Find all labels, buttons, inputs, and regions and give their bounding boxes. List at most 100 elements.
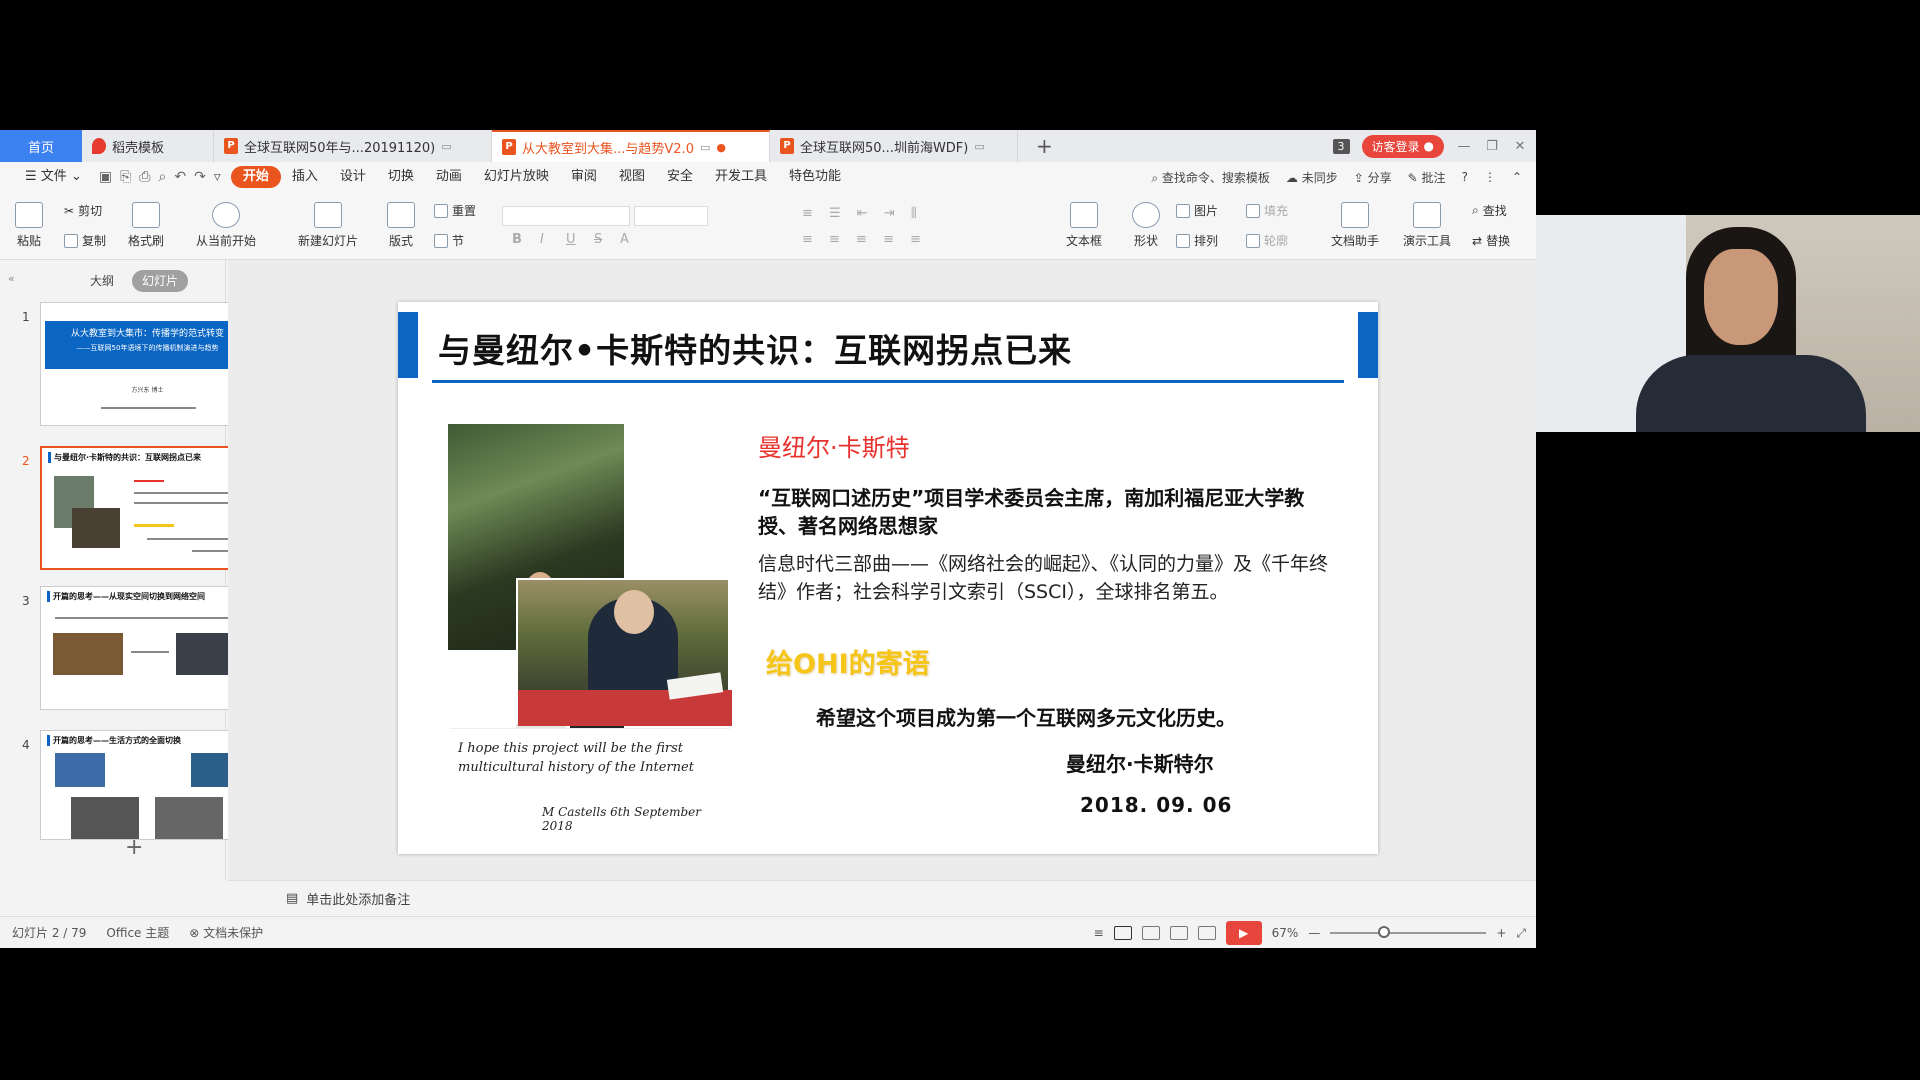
message-text[interactable]: 希望这个项目成为第一个互联网多元文化历史。 (816, 702, 1236, 731)
thumb-photo (71, 797, 139, 839)
menu-developer[interactable]: 开发工具 (704, 166, 778, 188)
tab-slides[interactable]: 幻灯片 (132, 270, 189, 292)
menu-security[interactable]: 安全 (656, 166, 704, 188)
format-painter-button[interactable]: 格式刷 (124, 202, 168, 249)
paste-button[interactable]: 粘贴 (12, 202, 46, 249)
doc-helper-button[interactable]: 文档助手 (1326, 202, 1384, 249)
handwritten-note-image[interactable]: I hope this project will be the first mu… (450, 728, 730, 833)
italic-icon[interactable]: I (540, 232, 544, 247)
underline-icon[interactable]: U (566, 232, 576, 247)
undo-icon[interactable]: ↶ (174, 169, 186, 185)
copy-button[interactable]: 复制 (64, 232, 106, 249)
fill-button[interactable]: 填充 (1246, 202, 1288, 219)
minimize-icon[interactable]: — (1456, 139, 1472, 154)
cut-button[interactable]: ✂ 剪切 (64, 202, 102, 219)
tab-docer-templates[interactable]: 稻壳模板 (82, 130, 214, 162)
tab-home[interactable]: 首页 (0, 130, 82, 162)
presenter-tools-button[interactable]: 演示工具 (1396, 202, 1458, 249)
export-icon[interactable]: ⎘ (120, 169, 131, 185)
section-button[interactable]: 节 (434, 232, 464, 249)
help-icon[interactable]: ? (1462, 170, 1468, 184)
shape-icon (1132, 202, 1160, 228)
message-heading[interactable]: 给OHI的寄语 (766, 642, 930, 681)
menu-insert[interactable]: 插入 (281, 166, 329, 188)
font-size-select[interactable] (634, 206, 708, 226)
paste-label: 粘贴 (16, 234, 41, 248)
alignment-tools[interactable]: ≡ ≡ ≡ ≡ ≡ (802, 232, 1042, 247)
menu-view[interactable]: 视图 (608, 166, 656, 188)
strikethrough-icon[interactable]: S (594, 232, 602, 247)
layout-button[interactable]: 版式 (382, 202, 420, 249)
menu-review[interactable]: 审阅 (560, 166, 608, 188)
menu-transition[interactable]: 切换 (377, 166, 425, 188)
slide-thumbnail-pane: « 大纲 幻灯片 1 从大教室到大集市：传播学的范式转变 ——互联网50年语境下… (0, 260, 255, 880)
title-accent-bar-left (398, 312, 418, 378)
new-slide-button[interactable]: 新建幻灯片 (288, 202, 368, 249)
close-icon[interactable]: ✕ (1512, 139, 1528, 154)
slide-title[interactable]: 与曼纽尔•卡斯特的共识：互联网拐点已来 (438, 324, 1072, 372)
font-family-select[interactable] (502, 206, 630, 226)
tab-outline[interactable]: 大纲 (80, 270, 124, 292)
tab-document-1[interactable]: P 全球互联网50年与...20191120) ▭ (214, 130, 492, 162)
file-menu[interactable]: ☰ 文件 ⌄ (14, 166, 93, 188)
restore-icon[interactable]: ❐ (1484, 139, 1500, 154)
more-icon[interactable]: ⋮ (1484, 170, 1496, 184)
collapse-ribbon-icon[interactable]: ⌃ (1512, 170, 1522, 184)
ppt-icon: P (502, 139, 516, 155)
font-color-icon[interactable]: A (620, 232, 629, 247)
thumb-text-line (192, 550, 232, 552)
textbox-button[interactable]: 文本框 (1062, 202, 1106, 249)
slide-thumbnail-1[interactable]: 从大教室到大集市：传播学的范式转变 ——互联网50年语境下的传播机制演进与趋势 … (40, 302, 255, 426)
command-search[interactable]: ⌕ 查找命令、搜索模板 (1151, 169, 1270, 186)
share-button[interactable]: ⇪ 分享 (1354, 169, 1392, 186)
outline-button[interactable]: 轮廓 (1246, 232, 1288, 249)
monitor-icon: ▭ (441, 139, 452, 153)
new-tab-icon[interactable]: + (1018, 130, 1071, 162)
menu-animation[interactable]: 动画 (425, 166, 473, 188)
menu-slideshow[interactable]: 幻灯片放映 (473, 166, 560, 188)
tab-document-active[interactable]: P 从大教室到大集...与趋势V2.0 ▭ ● (492, 130, 770, 162)
thumb-title: 与曼纽尔·卡斯特的共识：互联网拐点已来 (48, 452, 248, 463)
comment-button[interactable]: ✎ 批注 (1408, 169, 1446, 186)
add-slide-icon[interactable]: + (125, 835, 143, 860)
find-button[interactable]: ⌕ 查找 (1472, 202, 1507, 219)
redo-icon[interactable]: ↷ (194, 169, 206, 185)
speaker-description[interactable]: 信息时代三部曲——《网络社会的崛起》、《认同的力量》及《千年终结》作者；社会科学… (758, 550, 1338, 606)
thumb-title-band: 从大教室到大集市：传播学的范式转变 ——互联网50年语境下的传播机制演进与趋势 (45, 321, 250, 369)
message-date[interactable]: 2018. 09. 06 (1080, 793, 1232, 817)
current-slide[interactable]: 与曼纽尔•卡斯特的共识：互联网拐点已来 I hope this project … (398, 302, 1378, 854)
preview-icon[interactable]: ⌕ (158, 169, 166, 185)
shape-button[interactable]: 形状 (1126, 202, 1166, 249)
menu-design[interactable]: 设计 (329, 166, 377, 188)
customize-icon[interactable]: ▿ (214, 169, 221, 185)
photo-signing[interactable] (516, 578, 732, 726)
paragraph-tools[interactable]: ≡ ☰ ⇤ ⇥ ⫼ (802, 206, 1042, 221)
menu-features[interactable]: 特色功能 (778, 166, 852, 188)
cloud-icon: ☁ (1285, 170, 1298, 185)
find-label: 查找 (1482, 204, 1507, 218)
slide-thumbnail-2[interactable]: 与曼纽尔·卡斯特的共识：互联网拐点已来 (40, 446, 255, 570)
new-slide-label: 新建幻灯片 (297, 234, 358, 248)
doc-helper-icon (1341, 202, 1369, 228)
slide-thumbnail-4[interactable]: 开篇的思考——生活方式的全面切换 (40, 730, 255, 840)
bold-icon[interactable]: B (512, 232, 522, 247)
replace-button[interactable]: ⇄ 替换 (1472, 232, 1510, 249)
speaker-name[interactable]: 曼纽尔·卡斯特 (758, 428, 910, 463)
menu-start[interactable]: 开始 (230, 166, 281, 188)
window-count-badge[interactable]: 3 (1332, 138, 1350, 154)
arrange-button[interactable]: 排列 (1176, 232, 1218, 249)
login-button[interactable]: 访客登录 ● (1361, 134, 1444, 158)
sync-status[interactable]: ☁ 未同步 (1286, 169, 1338, 186)
print-icon[interactable]: ⎙ (139, 169, 150, 185)
menu-bar: ☰ 文件 ⌄ ▣ ⎘ ⎙ ⌕ ↶ ↷ ▿ 开始 插入 设计 切换 动画 幻灯片放… (0, 162, 1536, 192)
save-icon[interactable]: ▣ (99, 169, 112, 185)
message-author[interactable]: 曼纽尔·卡斯特尔 (1066, 748, 1214, 777)
thumb-text-line (134, 502, 239, 504)
tab-document-3[interactable]: P 全球互联网50...圳前海WDF) ▭ (770, 130, 1018, 162)
play-from-current-button[interactable]: 从当前开始 (186, 202, 266, 249)
slide-thumbnail-3[interactable]: 开篇的思考——从现实空间切换到网络空间 (40, 586, 255, 710)
reset-button[interactable]: 重置 (434, 202, 476, 219)
speaker-role[interactable]: “互联网口述历史”项目学术委员会主席，南加利福尼亚大学教授、著名网络思想家 (758, 484, 1338, 540)
picture-button[interactable]: 图片 (1176, 202, 1218, 219)
file-menu-label: 文件 (40, 169, 67, 184)
